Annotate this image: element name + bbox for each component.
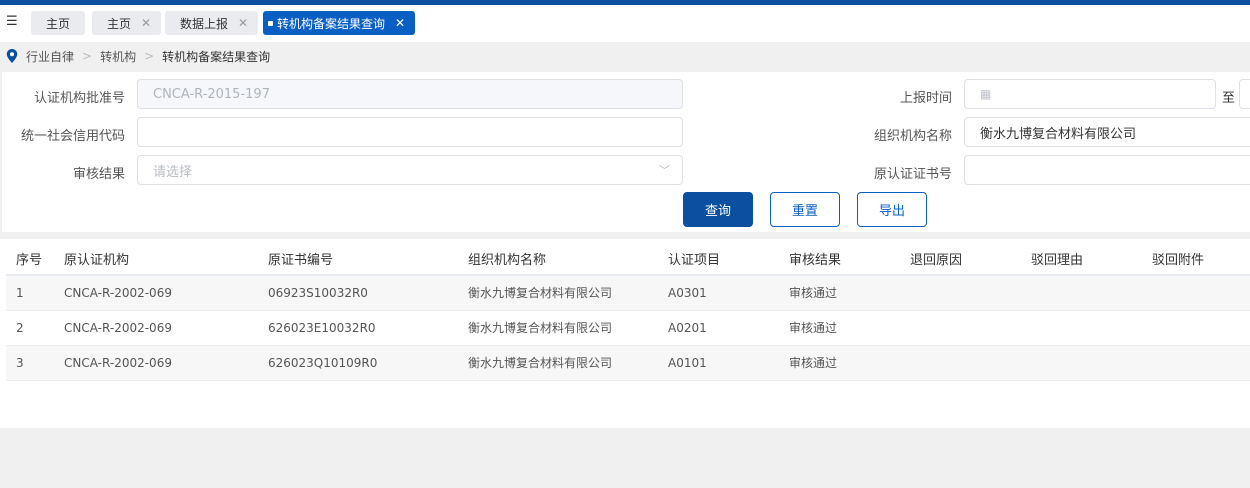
col-header: 退回原因 (910, 243, 1031, 276)
table-cell: 衡水九博复合材料有限公司 (468, 345, 668, 381)
table-cell: 审核通过 (789, 345, 910, 381)
chevron-right-icon: > (144, 49, 155, 63)
chevron-down-icon: ﹀ (659, 164, 670, 177)
col-header: 组织机构名称 (468, 243, 668, 276)
table-row[interactable]: 1 CNCA-R-2002-069 06923S10032R0 衡水九博复合材料有限公… (6, 275, 1250, 311)
credit-code-label: 统一社会信用代码 (20, 129, 125, 144)
active-dot-icon (268, 20, 273, 26)
col-header: 审核结果 (789, 243, 910, 276)
table-cell: 626023Q10109R0 (268, 345, 468, 381)
table-header-row: 序号 原认证机构 原证书编号 组织机构名称 认证项目 审核结果 退回原因 驳回理… (6, 243, 1250, 276)
table-cell (1031, 310, 1152, 346)
table-cell (1152, 310, 1250, 346)
org-name-input[interactable]: 衡水九博复合材料有限公司 (964, 117, 1250, 147)
col-header: 驳回理由 (1031, 243, 1152, 276)
col-header: 原认证机构 (64, 243, 268, 276)
chevron-right-icon: > (82, 49, 93, 63)
to-label: 至 (1222, 91, 1236, 106)
tab-home-2[interactable]: 主页 ✕ (92, 11, 162, 35)
table-cell: 626023E10032R0 (268, 310, 468, 346)
table-cell: 衡水九博复合材料有限公司 (468, 310, 668, 346)
table-cell (1031, 345, 1152, 381)
table-cell: 衡水九博复合材料有限公司 (468, 275, 668, 311)
close-icon[interactable]: ✕ (238, 16, 248, 30)
review-result-label: 审核结果 (72, 167, 125, 182)
table-cell (910, 345, 1031, 381)
tab-label: 数据上报 (180, 16, 229, 31)
table-cell: A0101 (668, 345, 789, 381)
review-result-select[interactable]: 请选择 ﹀ (137, 155, 683, 185)
breadcrumb-current: 转机构备案结果查询 (162, 49, 271, 64)
table-cell: A0301 (668, 275, 789, 311)
report-time-start[interactable]: ▦ (964, 79, 1216, 109)
table-cell: CNCA-R-2002-069 (64, 310, 268, 346)
table-cell: CNCA-R-2002-069 (64, 345, 268, 381)
tab-transfer-query[interactable]: 转机构备案结果查询 ✕ (263, 11, 416, 35)
tab-label: 主页 (107, 16, 132, 31)
cert-no-label: 认证机构批准号 (33, 91, 125, 106)
col-header: 原证书编号 (268, 243, 468, 276)
table-row[interactable]: 2 CNCA-R-2002-069 626023E10032R0 衡水九博复合材料有限… (6, 310, 1250, 346)
breadcrumb-item[interactable]: 转机构 (100, 48, 136, 65)
results-table: 序号 原认证机构 原证书编号 组织机构名称 认证项目 审核结果 退回原因 驳回理… (6, 243, 1250, 381)
table-cell: 1 (16, 275, 64, 311)
select-placeholder: 请选择 (153, 164, 193, 180)
tab-label: 主页 (45, 16, 70, 31)
menu-toggle-icon[interactable]: ☰ (6, 14, 18, 29)
table-cell: A0201 (668, 310, 789, 346)
table-cell: 3 (16, 345, 64, 381)
tab-data-report[interactable]: 数据上报 ✕ (165, 11, 259, 35)
calendar-icon: ▦ (980, 87, 992, 101)
table-cell: 审核通过 (789, 310, 910, 346)
table-cell (1152, 345, 1250, 381)
col-header: 认证项目 (668, 243, 789, 276)
table-cell: 2 (16, 310, 64, 346)
table-row[interactable]: 3 CNCA-R-2002-069 626023Q10109R0 衡水九博复合材料有限… (6, 345, 1250, 381)
orig-cert-label: 原认证证书号 (873, 167, 952, 182)
table-cell: 审核通过 (789, 275, 910, 311)
tab-label: 转机构备案结果查询 (277, 16, 386, 31)
table-cell: CNCA-R-2002-069 (64, 275, 268, 311)
orig-cert-input[interactable] (964, 155, 1250, 185)
report-time-end[interactable] (1239, 79, 1250, 109)
location-pin-icon (6, 49, 18, 63)
table-cell (1031, 275, 1152, 311)
report-time-label: 上报时间 (899, 91, 952, 106)
tab-bar: ☰ 主页 主页 ✕ 数据上报 ✕ 转机构备案结果查询 ✕ (0, 5, 1250, 42)
close-icon[interactable]: ✕ (141, 16, 151, 30)
credit-code-input[interactable] (137, 117, 683, 147)
org-name-label: 组织机构名称 (873, 129, 952, 144)
table-cell (1152, 275, 1250, 311)
search-form: 认证机构批准号 CNCA-R-2015-197 统一社会信用代码 审核结果 请选… (2, 72, 1250, 232)
export-button[interactable]: 导出 (857, 192, 927, 227)
table-cell (910, 275, 1031, 311)
breadcrumb-item[interactable]: 行业自律 (26, 48, 74, 65)
table-cell (910, 310, 1031, 346)
table-cell: 06923S10032R0 (268, 275, 468, 311)
tab-home[interactable]: 主页 (31, 11, 85, 35)
col-header: 驳回附件 (1152, 243, 1250, 276)
breadcrumb: 行业自律 > 转机构 > 转机构备案结果查询 (0, 42, 1250, 70)
cert-no-input[interactable]: CNCA-R-2015-197 (137, 79, 683, 109)
query-button[interactable]: 查询 (683, 192, 753, 227)
results-table-panel: 序号 原认证机构 原证书编号 组织机构名称 认证项目 审核结果 退回原因 驳回理… (0, 239, 1250, 428)
col-header: 序号 (16, 243, 64, 276)
close-icon[interactable]: ✕ (395, 16, 405, 30)
reset-button[interactable]: 重置 (770, 192, 840, 227)
